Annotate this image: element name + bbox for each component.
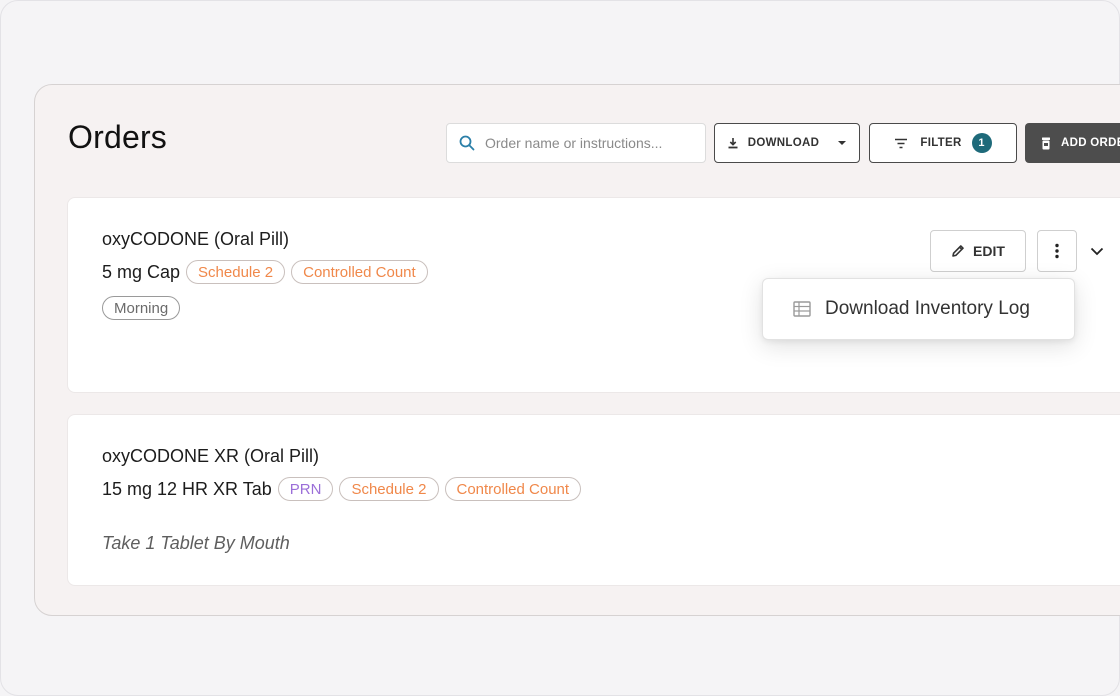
more-vertical-icon: [1055, 243, 1059, 259]
medication-name: oxyCODONE (Oral Pill): [102, 229, 290, 249]
search-box[interactable]: [446, 123, 706, 163]
more-options-button[interactable]: [1037, 230, 1077, 272]
search-input[interactable]: [485, 135, 685, 151]
filter-count-badge: 1: [971, 133, 992, 153]
prn-tag: PRN: [277, 477, 334, 501]
order-card: oxyCODONE XR (Oral Pill) 15 mg 12 HR XR …: [67, 414, 1120, 586]
menu-item-label: Download Inventory Log: [825, 298, 1030, 319]
filter-label: FILTER: [920, 137, 962, 149]
time-row: Morning: [102, 296, 181, 320]
orders-panel: Orders DOWNLOAD FILTER: [34, 84, 1120, 616]
dose-row: 15 mg 12 HR XR Tab PRN Schedule 2 Contro…: [102, 477, 582, 501]
download-label: DOWNLOAD: [747, 137, 820, 149]
download-button[interactable]: DOWNLOAD: [714, 123, 860, 163]
time-tag: Morning: [102, 296, 181, 320]
schedule-tag: Schedule 2: [339, 477, 439, 501]
app-frame: Orders DOWNLOAD FILTER: [0, 0, 1120, 696]
schedule-tag: Schedule 2: [186, 260, 286, 284]
filter-icon: [895, 138, 908, 148]
chevron-down-icon: [1090, 247, 1104, 255]
download-icon: [728, 138, 738, 149]
add-order-button[interactable]: ADD ORDE: [1025, 123, 1120, 163]
filter-button[interactable]: FILTER 1: [869, 123, 1017, 163]
edit-button[interactable]: EDIT: [930, 230, 1026, 272]
table-icon: [793, 301, 811, 317]
pill-bottle-icon: [1042, 137, 1050, 149]
add-order-label: ADD ORDE: [1061, 137, 1120, 149]
dose-label: 5 mg Cap: [102, 261, 181, 282]
dose-label: 15 mg 12 HR XR Tab: [102, 478, 272, 499]
pencil-icon: [952, 245, 964, 257]
more-options-menu: Download Inventory Log: [762, 278, 1075, 340]
menu-item-download-inventory-log[interactable]: Download Inventory Log: [763, 279, 1074, 339]
edit-label: EDIT: [973, 243, 1005, 259]
dose-row: 5 mg Cap Schedule 2 Controlled Count: [102, 260, 428, 284]
controlled-count-tag: Controlled Count: [444, 477, 582, 501]
order-instructions: Take 1 Tablet By Mouth: [102, 533, 290, 553]
search-icon: [459, 135, 475, 151]
page-title: Orders: [68, 119, 167, 155]
controlled-count-tag: Controlled Count: [291, 260, 428, 284]
expand-button[interactable]: [1086, 240, 1108, 262]
medication-name: oxyCODONE XR (Oral Pill): [102, 446, 320, 466]
caret-down-icon: [838, 141, 847, 145]
